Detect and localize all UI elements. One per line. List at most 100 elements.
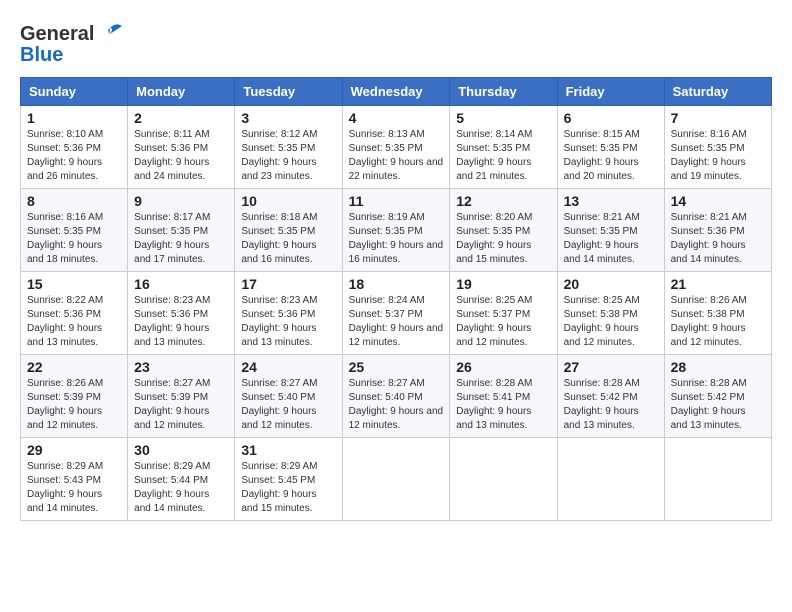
day-info: Sunrise: 8:29 AMSunset: 5:45 PMDaylight:… — [241, 461, 317, 514]
day-info: Sunrise: 8:28 AMSunset: 5:42 PMDaylight:… — [671, 378, 747, 431]
week-row-5: 29 Sunrise: 8:29 AMSunset: 5:43 PMDaylig… — [21, 438, 772, 521]
day-number: 7 — [671, 110, 765, 126]
day-info: Sunrise: 8:21 AMSunset: 5:36 PMDaylight:… — [671, 212, 747, 265]
calendar-cell: 13 Sunrise: 8:21 AMSunset: 5:35 PMDaylig… — [557, 189, 664, 272]
calendar-cell: 1 Sunrise: 8:10 AMSunset: 5:36 PMDayligh… — [21, 106, 128, 189]
day-info: Sunrise: 8:20 AMSunset: 5:35 PMDaylight:… — [456, 212, 532, 265]
calendar-cell: 20 Sunrise: 8:25 AMSunset: 5:38 PMDaylig… — [557, 272, 664, 355]
day-number: 28 — [671, 359, 765, 375]
calendar-cell: 17 Sunrise: 8:23 AMSunset: 5:36 PMDaylig… — [235, 272, 342, 355]
day-info: Sunrise: 8:25 AMSunset: 5:38 PMDaylight:… — [564, 295, 640, 348]
day-info: Sunrise: 8:25 AMSunset: 5:37 PMDaylight:… — [456, 295, 532, 348]
calendar-cell: 29 Sunrise: 8:29 AMSunset: 5:43 PMDaylig… — [21, 438, 128, 521]
calendar-cell: 3 Sunrise: 8:12 AMSunset: 5:35 PMDayligh… — [235, 106, 342, 189]
day-number: 17 — [241, 276, 335, 292]
col-header-thursday: Thursday — [450, 78, 557, 106]
calendar-cell: 25 Sunrise: 8:27 AMSunset: 5:40 PMDaylig… — [342, 355, 450, 438]
col-header-friday: Friday — [557, 78, 664, 106]
week-row-1: 1 Sunrise: 8:10 AMSunset: 5:36 PMDayligh… — [21, 106, 772, 189]
calendar-cell: 2 Sunrise: 8:11 AMSunset: 5:36 PMDayligh… — [128, 106, 235, 189]
calendar-cell: 4 Sunrise: 8:13 AMSunset: 5:35 PMDayligh… — [342, 106, 450, 189]
day-info: Sunrise: 8:14 AMSunset: 5:35 PMDaylight:… — [456, 129, 532, 182]
day-number: 15 — [27, 276, 121, 292]
day-number: 22 — [27, 359, 121, 375]
day-number: 30 — [134, 442, 228, 458]
day-info: Sunrise: 8:16 AMSunset: 5:35 PMDaylight:… — [27, 212, 103, 265]
day-info: Sunrise: 8:29 AMSunset: 5:43 PMDaylight:… — [27, 461, 103, 514]
calendar-cell: 7 Sunrise: 8:16 AMSunset: 5:35 PMDayligh… — [664, 106, 771, 189]
day-number: 9 — [134, 193, 228, 209]
day-info: Sunrise: 8:17 AMSunset: 5:35 PMDaylight:… — [134, 212, 210, 265]
calendar-table: SundayMondayTuesdayWednesdayThursdayFrid… — [20, 77, 772, 521]
calendar-cell: 15 Sunrise: 8:22 AMSunset: 5:36 PMDaylig… — [21, 272, 128, 355]
day-info: Sunrise: 8:22 AMSunset: 5:36 PMDaylight:… — [27, 295, 103, 348]
day-info: Sunrise: 8:15 AMSunset: 5:35 PMDaylight:… — [564, 129, 640, 182]
day-number: 20 — [564, 276, 658, 292]
day-info: Sunrise: 8:27 AMSunset: 5:40 PMDaylight:… — [241, 378, 317, 431]
day-number: 21 — [671, 276, 765, 292]
calendar-cell: 19 Sunrise: 8:25 AMSunset: 5:37 PMDaylig… — [450, 272, 557, 355]
week-row-2: 8 Sunrise: 8:16 AMSunset: 5:35 PMDayligh… — [21, 189, 772, 272]
day-number: 24 — [241, 359, 335, 375]
calendar-cell: 21 Sunrise: 8:26 AMSunset: 5:38 PMDaylig… — [664, 272, 771, 355]
col-header-monday: Monday — [128, 78, 235, 106]
day-info: Sunrise: 8:29 AMSunset: 5:44 PMDaylight:… — [134, 461, 210, 514]
day-info: Sunrise: 8:26 AMSunset: 5:39 PMDaylight:… — [27, 378, 103, 431]
logo-blue: Blue — [20, 44, 63, 67]
day-number: 31 — [241, 442, 335, 458]
calendar-cell: 14 Sunrise: 8:21 AMSunset: 5:36 PMDaylig… — [664, 189, 771, 272]
day-info: Sunrise: 8:27 AMSunset: 5:39 PMDaylight:… — [134, 378, 210, 431]
calendar-cell — [342, 438, 450, 521]
calendar-cell: 18 Sunrise: 8:24 AMSunset: 5:37 PMDaylig… — [342, 272, 450, 355]
day-number: 2 — [134, 110, 228, 126]
logo: General Blue — [20, 20, 124, 67]
calendar-cell: 24 Sunrise: 8:27 AMSunset: 5:40 PMDaylig… — [235, 355, 342, 438]
calendar-cell: 30 Sunrise: 8:29 AMSunset: 5:44 PMDaylig… — [128, 438, 235, 521]
day-info: Sunrise: 8:13 AMSunset: 5:35 PMDaylight:… — [349, 129, 444, 182]
day-info: Sunrise: 8:26 AMSunset: 5:38 PMDaylight:… — [671, 295, 747, 348]
calendar-cell: 11 Sunrise: 8:19 AMSunset: 5:35 PMDaylig… — [342, 189, 450, 272]
day-info: Sunrise: 8:27 AMSunset: 5:40 PMDaylight:… — [349, 378, 444, 431]
calendar-cell: 16 Sunrise: 8:23 AMSunset: 5:36 PMDaylig… — [128, 272, 235, 355]
day-number: 4 — [349, 110, 444, 126]
day-number: 19 — [456, 276, 550, 292]
day-info: Sunrise: 8:16 AMSunset: 5:35 PMDaylight:… — [671, 129, 747, 182]
day-number: 11 — [349, 193, 444, 209]
day-info: Sunrise: 8:23 AMSunset: 5:36 PMDaylight:… — [134, 295, 210, 348]
day-number: 5 — [456, 110, 550, 126]
day-number: 8 — [27, 193, 121, 209]
day-number: 3 — [241, 110, 335, 126]
logo-general: General — [20, 23, 94, 46]
calendar-cell: 28 Sunrise: 8:28 AMSunset: 5:42 PMDaylig… — [664, 355, 771, 438]
week-row-4: 22 Sunrise: 8:26 AMSunset: 5:39 PMDaylig… — [21, 355, 772, 438]
calendar-cell — [450, 438, 557, 521]
calendar-cell: 9 Sunrise: 8:17 AMSunset: 5:35 PMDayligh… — [128, 189, 235, 272]
col-header-tuesday: Tuesday — [235, 78, 342, 106]
calendar-cell — [664, 438, 771, 521]
day-number: 12 — [456, 193, 550, 209]
day-info: Sunrise: 8:11 AMSunset: 5:36 PMDaylight:… — [134, 129, 209, 182]
calendar-cell: 5 Sunrise: 8:14 AMSunset: 5:35 PMDayligh… — [450, 106, 557, 189]
calendar-header-row: SundayMondayTuesdayWednesdayThursdayFrid… — [21, 78, 772, 106]
logo-bird-icon — [96, 20, 124, 48]
day-info: Sunrise: 8:23 AMSunset: 5:36 PMDaylight:… — [241, 295, 317, 348]
day-info: Sunrise: 8:19 AMSunset: 5:35 PMDaylight:… — [349, 212, 444, 265]
week-row-3: 15 Sunrise: 8:22 AMSunset: 5:36 PMDaylig… — [21, 272, 772, 355]
calendar-cell: 6 Sunrise: 8:15 AMSunset: 5:35 PMDayligh… — [557, 106, 664, 189]
day-info: Sunrise: 8:10 AMSunset: 5:36 PMDaylight:… — [27, 129, 103, 182]
day-number: 27 — [564, 359, 658, 375]
day-number: 16 — [134, 276, 228, 292]
day-number: 10 — [241, 193, 335, 209]
calendar-cell: 26 Sunrise: 8:28 AMSunset: 5:41 PMDaylig… — [450, 355, 557, 438]
day-number: 14 — [671, 193, 765, 209]
day-number: 6 — [564, 110, 658, 126]
day-number: 18 — [349, 276, 444, 292]
day-number: 29 — [27, 442, 121, 458]
page-header: General Blue — [20, 20, 772, 67]
col-header-wednesday: Wednesday — [342, 78, 450, 106]
calendar-cell: 27 Sunrise: 8:28 AMSunset: 5:42 PMDaylig… — [557, 355, 664, 438]
day-info: Sunrise: 8:21 AMSunset: 5:35 PMDaylight:… — [564, 212, 640, 265]
day-info: Sunrise: 8:18 AMSunset: 5:35 PMDaylight:… — [241, 212, 317, 265]
day-number: 25 — [349, 359, 444, 375]
day-number: 13 — [564, 193, 658, 209]
